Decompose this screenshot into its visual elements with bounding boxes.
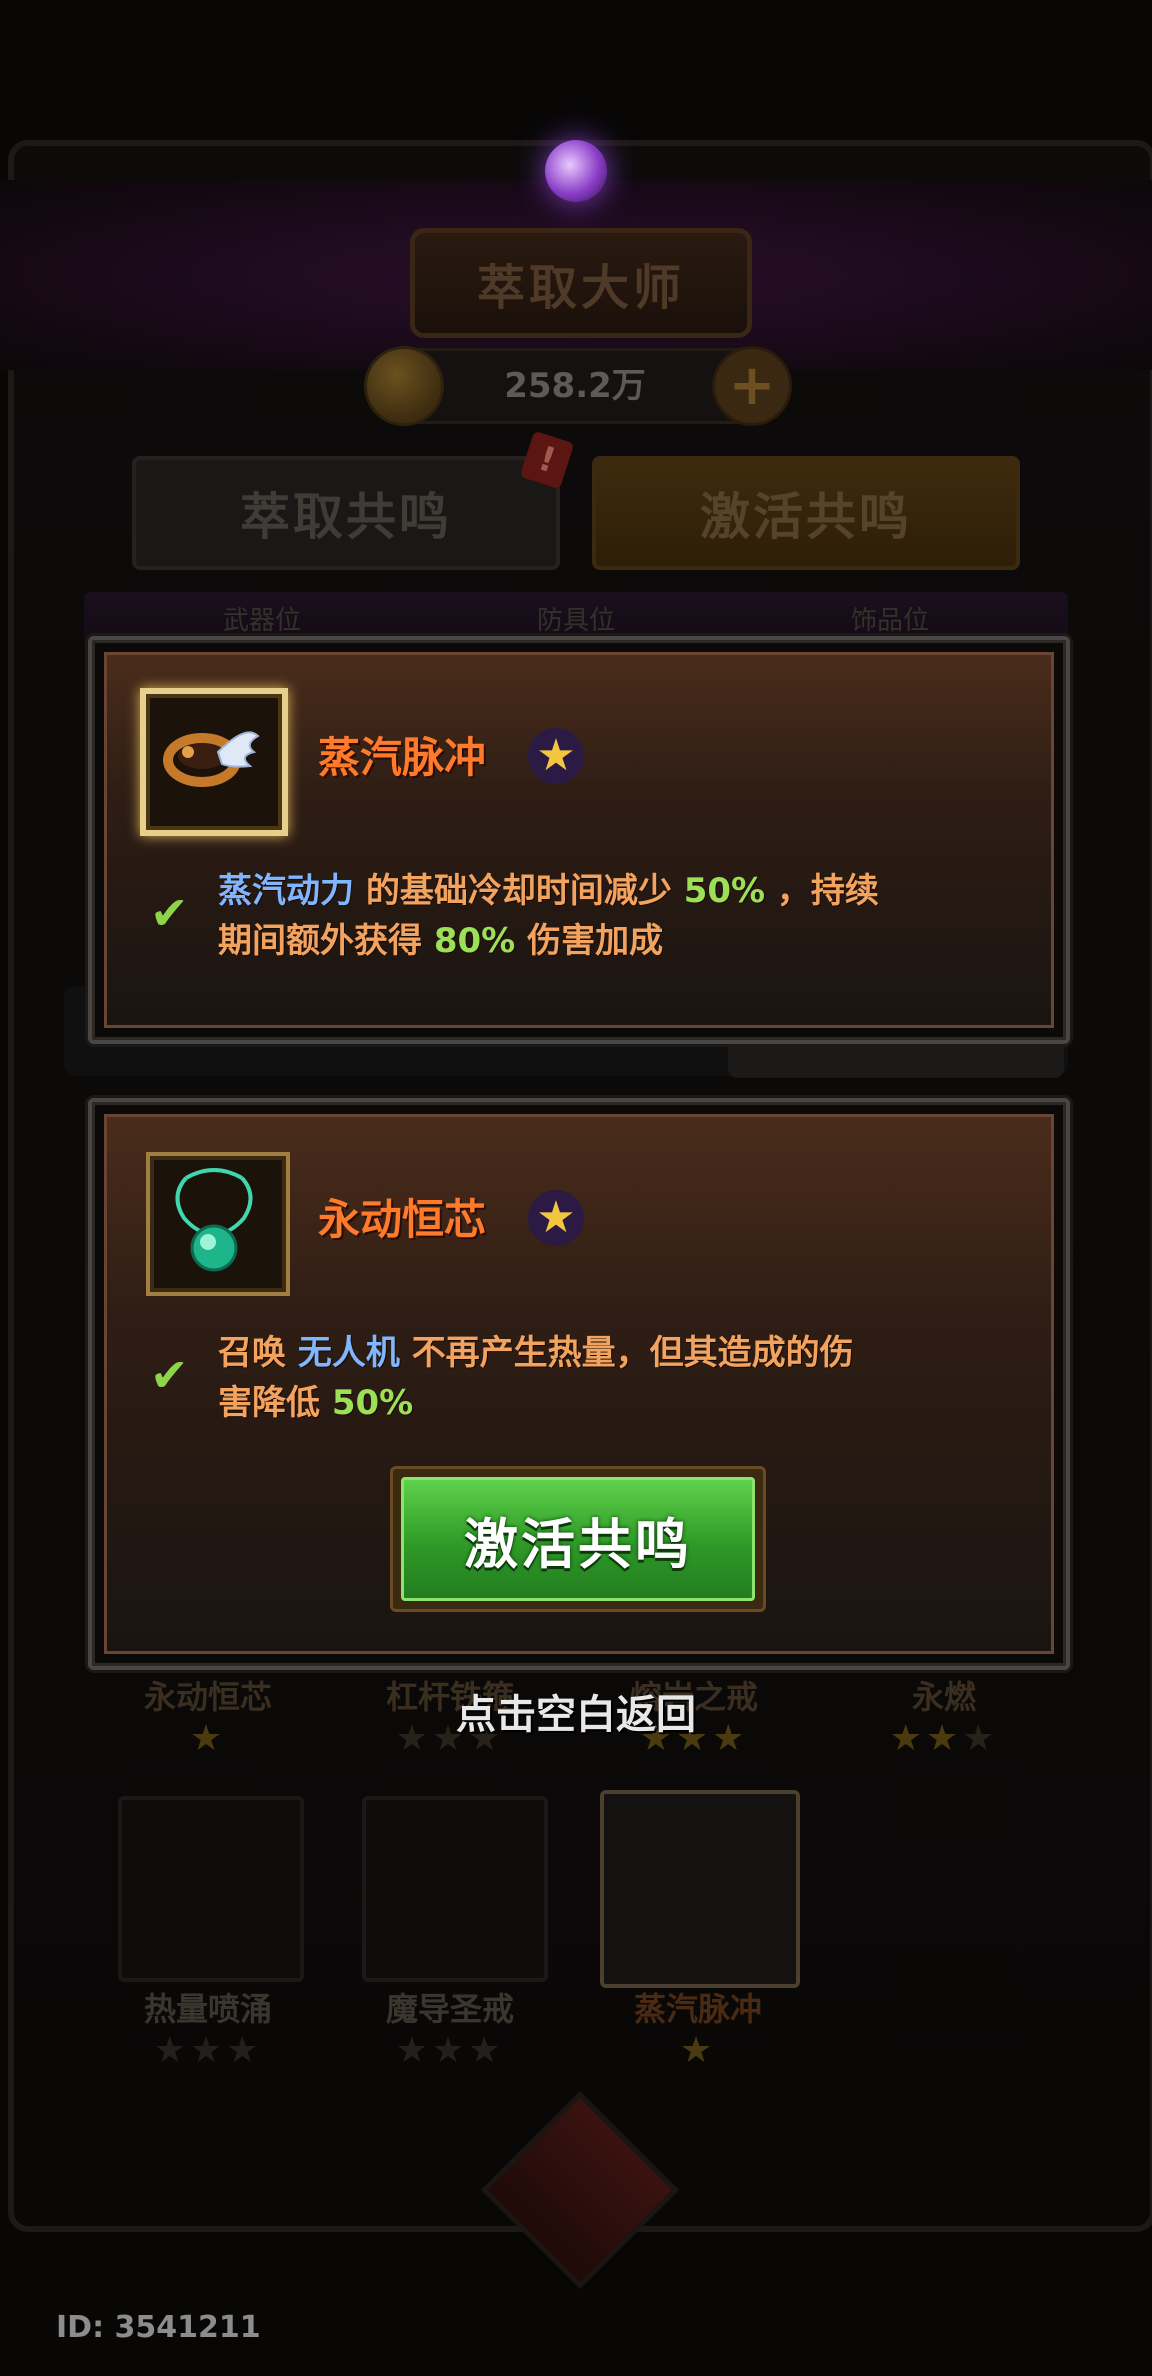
- desc-text: 召唤: [218, 1333, 286, 1373]
- item-name: 热量喷涌: [143, 1990, 272, 2028]
- item-icon-frame: [140, 688, 288, 836]
- item-name-title: 永动恒芯: [318, 1195, 487, 1244]
- slot-label-accessory: 饰品位: [850, 606, 929, 636]
- desc-text: 的基础冷却时间减少: [365, 871, 672, 911]
- page-title: 萃取大师: [410, 228, 752, 338]
- desc-text: 不再产生热量，但其造成的伤: [411, 1333, 854, 1373]
- item-slot-card[interactable]: [362, 1796, 548, 1982]
- check-icon: ✔: [150, 1348, 189, 1402]
- tab-extract-resonance[interactable]: 萃取共鸣: [132, 456, 560, 570]
- item-slot-card[interactable]: [118, 1796, 304, 1982]
- item-name: 永动恒芯: [143, 1678, 272, 1716]
- crystal-orb-icon: [545, 140, 607, 202]
- activate-resonance-button[interactable]: 激活共鸣: [390, 1466, 766, 1612]
- item-name-title: 蒸汽脉冲: [318, 733, 487, 782]
- item-name: 蒸汽脉冲: [633, 1990, 762, 2028]
- value-number: 80%: [433, 921, 516, 961]
- green-pendant-icon: [175, 1168, 253, 1272]
- tab-activate-resonance[interactable]: 激活共鸣: [592, 456, 1020, 570]
- desc-text: 期间额外获得: [218, 921, 422, 961]
- keyword: 无人机: [297, 1333, 400, 1373]
- slot-label-armor: 防具位: [536, 606, 615, 636]
- effect-description: 蒸汽动力 的基础冷却时间减少 50% ，持续 期间额外获得 80% 伤害加成: [218, 866, 1018, 966]
- rank-star-icon: ★: [528, 728, 584, 784]
- item-stars: ★: [189, 1718, 227, 1759]
- add-coin-button[interactable]: +: [712, 346, 792, 426]
- activate-resonance-button-label: 激活共鸣: [401, 1477, 755, 1601]
- coin-amount: 258.2万: [504, 365, 646, 406]
- rank-star-icon: ★: [528, 1190, 584, 1246]
- item-stars: ★★★: [395, 2030, 505, 2071]
- check-icon: ✔: [150, 886, 189, 940]
- slot-label-weapon: 武器位: [222, 606, 301, 636]
- coin-icon: [364, 346, 444, 426]
- desc-text: 害降低: [218, 1383, 320, 1423]
- item-stars: ★★★: [889, 1718, 999, 1759]
- desc-text: ，持续: [776, 871, 879, 911]
- item-stars: ★★★: [153, 2030, 263, 2071]
- effect-description: 召唤 无人机 不再产生热量，但其造成的伤 害降低 50%: [218, 1328, 1018, 1428]
- item-slot-card-selected[interactable]: [600, 1790, 800, 1988]
- player-id: ID: 3541211: [56, 2310, 261, 2345]
- ring-wing-icon: [163, 731, 260, 787]
- value-number: 50%: [683, 871, 766, 911]
- item-name: 魔导圣戒: [385, 1990, 514, 2028]
- keyword: 蒸汽动力: [218, 871, 354, 911]
- item-icon-frame: [146, 1152, 290, 1296]
- tap-to-return-hint: 点击空白返回: [456, 1692, 696, 1738]
- resonance-card-steam-pulse: 蒸汽脉冲 ★ ✔ 蒸汽动力 的基础冷却时间减少 50% ，持续 期间额外获得 8…: [88, 636, 1070, 1044]
- item-stars: ★: [679, 2030, 717, 2071]
- desc-text: 伤害加成: [527, 921, 664, 961]
- value-number: 50%: [331, 1383, 414, 1423]
- item-name: 永燃: [911, 1678, 976, 1716]
